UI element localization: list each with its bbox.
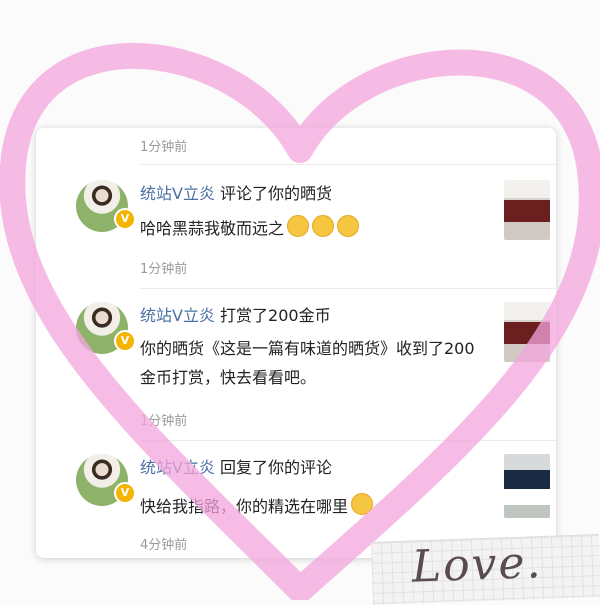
black-garlic-jar-thumbnail[interactable] xyxy=(504,180,550,240)
love-text: Love. xyxy=(410,537,544,593)
blush-emoji-icon xyxy=(312,215,335,237)
verified-badge-icon: V xyxy=(114,482,136,504)
comment-text: 哈哈黑蒜我敬而远之 xyxy=(140,219,285,238)
action-text: 打赏了200金币 xyxy=(220,306,331,325)
notification-header: 统站V立炎 评论了你的晒货 xyxy=(140,180,332,204)
notification-header: 统站V立炎 打赏了200金币 xyxy=(140,302,331,326)
verified-badge-icon: V xyxy=(114,330,136,352)
divider xyxy=(140,288,556,289)
user-name-link[interactable]: 统站V立炎 xyxy=(140,458,215,477)
timestamp: 1分钟前 xyxy=(140,414,188,429)
person-photo-thumbnail[interactable] xyxy=(504,454,550,518)
divider xyxy=(140,440,556,441)
timestamp: 4分钟前 xyxy=(140,538,188,553)
action-text: 回复了你的评论 xyxy=(220,458,333,477)
notification-body[interactable]: 快给我指路，你的精选在哪里 xyxy=(140,492,482,521)
verified-badge-icon: V xyxy=(114,208,136,230)
blush-emoji-icon xyxy=(287,215,310,237)
love-paper-sticker: Love. xyxy=(370,534,600,605)
notification-header: 统站V立炎 回复了你的评论 xyxy=(140,454,332,478)
notification-card: 1分钟前 V 统站V立炎 评论了你的晒货 哈哈黑蒜我敬而远之 1分钟前 V 统站… xyxy=(36,128,556,558)
timestamp: 1分钟前 xyxy=(140,262,188,277)
user-name-link[interactable]: 统站V立炎 xyxy=(140,184,215,203)
notification-body[interactable]: 你的晒货《这是一篇有味道的晒货》收到了200金币打赏，快去看看吧。 xyxy=(140,334,482,392)
user-name-link[interactable]: 统站V立炎 xyxy=(140,306,215,325)
blush-emoji-icon xyxy=(337,215,360,237)
action-text: 评论了你的晒货 xyxy=(220,184,333,203)
notification-body[interactable]: 哈哈黑蒜我敬而远之 xyxy=(140,214,482,243)
timestamp: 1分钟前 xyxy=(140,140,188,155)
reply-text: 快给我指路，你的精选在哪里 xyxy=(140,497,349,516)
black-garlic-jar-thumbnail[interactable] xyxy=(504,302,550,362)
divider xyxy=(140,164,556,165)
thinking-emoji-icon xyxy=(351,493,374,515)
